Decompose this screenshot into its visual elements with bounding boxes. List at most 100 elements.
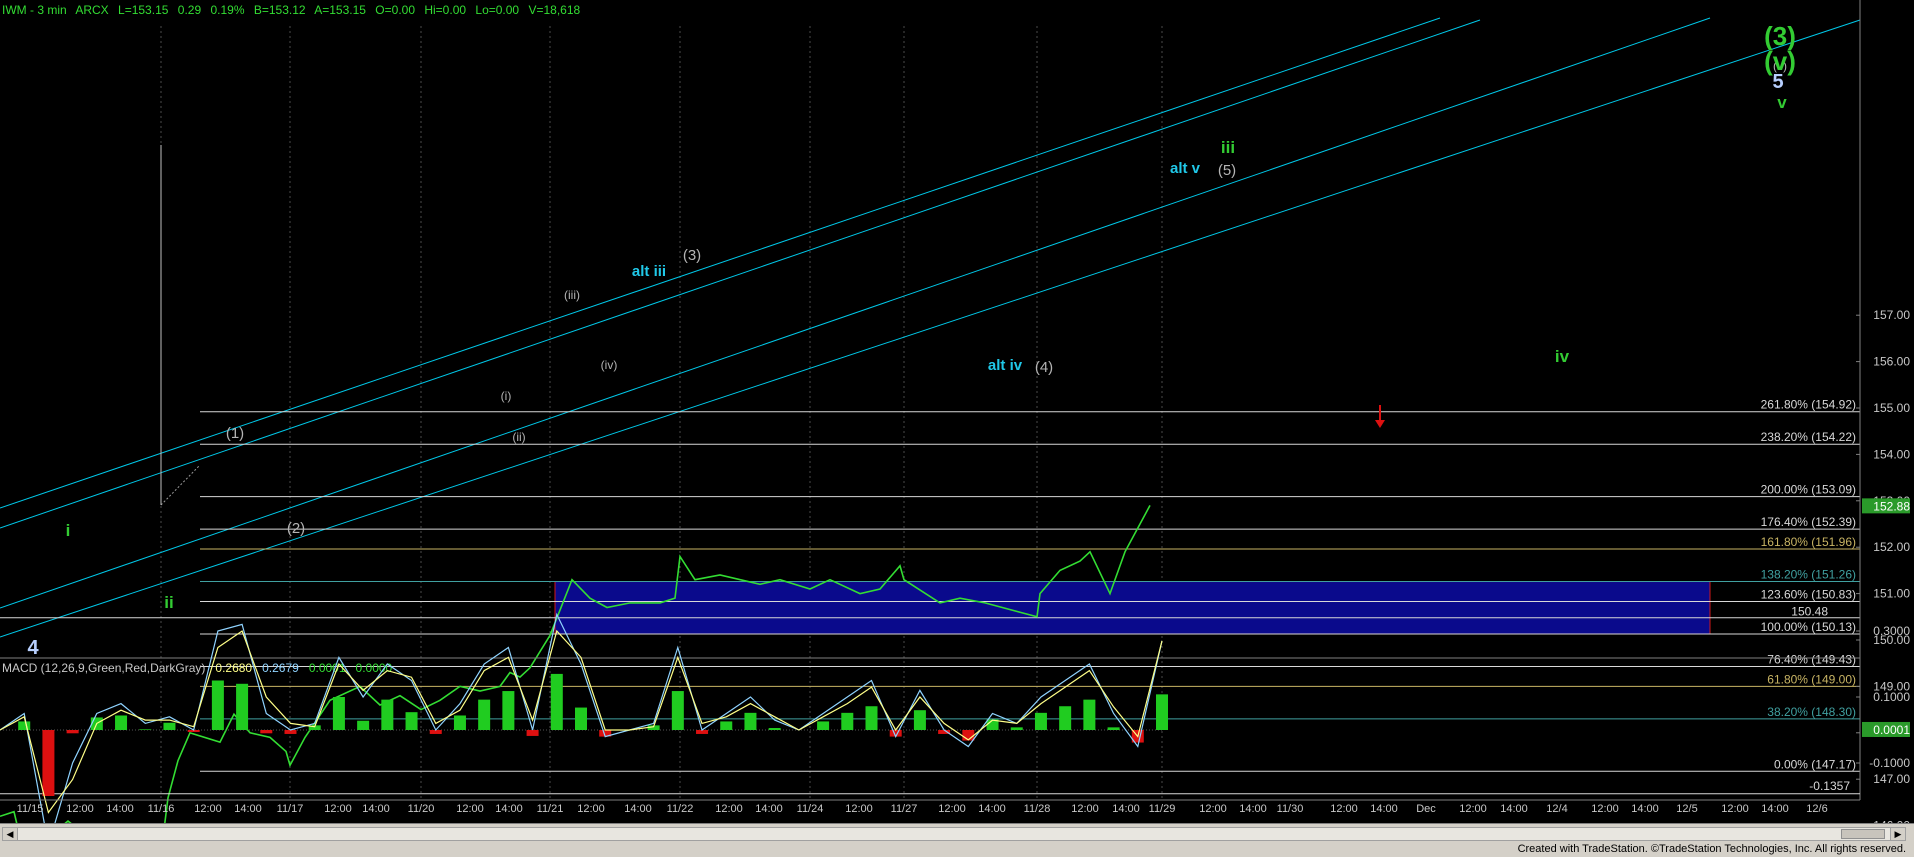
x-tick-label: 14:00 — [624, 803, 652, 815]
x-tick-label: 12:00 — [324, 803, 352, 815]
x-tick-label: 14:00 — [1239, 803, 1267, 815]
macd-histogram-bar — [211, 680, 224, 730]
last-price-label: 152.88 — [1873, 499, 1910, 513]
macd-title-part: 0.2679 — [262, 661, 299, 675]
high-price: Hi=0.00 — [424, 3, 466, 17]
wave-label: (5) — [1218, 162, 1236, 179]
macd-tick-label: -0.1000 — [1869, 756, 1910, 770]
x-tick-label: 14:00 — [1370, 803, 1398, 815]
status-bar: ◀ ▶ Created with TradeStation. ©TradeSta… — [0, 823, 1914, 857]
change-percent: 0.19% — [210, 3, 244, 17]
x-tick-label: 12:00 — [577, 803, 605, 815]
x-tick-label: 14:00 — [106, 803, 134, 815]
x-tick-label: 12:00 — [1199, 803, 1227, 815]
macd-histogram-bar — [18, 721, 31, 730]
macd-histogram-bar — [115, 715, 128, 730]
fib-level-label: 261.80% (154.92) — [1761, 398, 1856, 412]
x-tick-label: 11/27 — [891, 803, 918, 815]
macd-histogram-bar — [357, 720, 370, 730]
x-tick-label: 14:00 — [362, 803, 390, 815]
macd-histogram-bar — [817, 721, 830, 730]
x-tick-label: 14:00 — [755, 803, 783, 815]
fib-level-label: 238.20% (154.22) — [1761, 430, 1856, 444]
x-tick-label: 12:00 — [456, 803, 484, 815]
y-tick-label: 152.00 — [1873, 540, 1910, 554]
x-tick-label: 12:00 — [715, 803, 743, 815]
x-tick-label: 12/4 — [1546, 803, 1567, 815]
wave-label: (1) — [226, 425, 244, 442]
fib-level-label: 200.00% (153.09) — [1761, 483, 1856, 497]
symbol-label: IWM - 3 min — [2, 3, 67, 17]
macd-title-part: MACD (12,26,9,Green,Red,DarkGray) — [2, 661, 205, 675]
macd-histogram-bar — [42, 730, 55, 796]
x-tick-label: 11/20 — [408, 803, 435, 815]
last-price: L=153.15 — [118, 3, 169, 17]
fib-level-label: 176.40% (152.39) — [1761, 515, 1856, 529]
macd-histogram-bar — [768, 728, 781, 730]
macd-tick-label: 0.1000 — [1873, 690, 1910, 704]
fib-level-label: 0.00% (147.17) — [1774, 757, 1856, 771]
wave-label: (3) — [683, 247, 701, 264]
macd-histogram-bar — [66, 730, 79, 734]
macd-histogram-bar — [671, 691, 684, 730]
macd-histogram-bar — [526, 730, 539, 736]
support-line-label: 150.48 — [1791, 605, 1828, 619]
scroll-right-button[interactable]: ▶ — [1890, 828, 1905, 840]
scroll-thumb[interactable] — [1841, 829, 1885, 839]
x-tick-label: 12:00 — [1591, 803, 1619, 815]
macd-histogram-bar — [163, 722, 176, 730]
macd-histogram-bar — [575, 707, 587, 730]
macd-histogram-bar — [865, 706, 878, 730]
horizontal-scrollbar[interactable]: ◀ ▶ — [2, 827, 1906, 841]
x-tick-label: 12/5 — [1676, 803, 1697, 815]
wave-label: alt iii — [632, 263, 666, 280]
y-tick-label: 156.00 — [1873, 355, 1910, 369]
macd-histogram-bar — [1083, 699, 1096, 730]
fib-level-label: 161.80% (151.96) — [1761, 535, 1856, 549]
macd-histogram-bar — [453, 715, 466, 730]
y-tick-label: 157.00 — [1873, 308, 1910, 322]
fib-level-label: 76.40% (149.43) — [1767, 652, 1856, 666]
macd-histogram-bar — [1059, 706, 1072, 730]
macd-histogram-bar — [478, 699, 491, 730]
wave-label: i — [66, 521, 71, 540]
x-tick-label: 12:00 — [1071, 803, 1099, 815]
x-tick-label: 12:00 — [845, 803, 873, 815]
wave-label: iv — [1555, 347, 1570, 366]
x-tick-label: 12:00 — [194, 803, 222, 815]
wave-label: (ii) — [512, 430, 525, 444]
wave-label: ii — [164, 593, 173, 612]
credit-text: Created with TradeStation. ©TradeStation… — [1517, 843, 1906, 855]
x-tick-label: 11/24 — [797, 803, 824, 815]
symbol-header: IWM - 3 min ARCX L=153.15 0.29 0.19% B=1… — [2, 3, 580, 17]
x-tick-label: 11/30 — [1277, 803, 1304, 815]
scroll-left-button[interactable]: ◀ — [3, 828, 18, 840]
macd-histogram-bar — [720, 721, 733, 730]
wave-label: alt v — [1170, 160, 1201, 177]
fib-level-label: 100.00% (150.13) — [1761, 620, 1856, 634]
macd-last-value-label: 0.0001 — [1873, 723, 1910, 737]
macd-histogram-bar — [841, 712, 854, 730]
macd-title-part: 0.2680 — [215, 661, 252, 675]
wave-label: (iv) — [601, 358, 618, 372]
support-box — [554, 581, 1711, 635]
x-tick-label: 12:00 — [1330, 803, 1358, 815]
volume-value: V=18,618 — [528, 3, 580, 17]
macd-histogram-bar — [1107, 727, 1120, 730]
macd-histogram-bar — [139, 729, 152, 730]
x-tick-label: 14:00 — [1500, 803, 1528, 815]
wave-label: (iii) — [564, 288, 580, 302]
price-chart: 261.80% (154.92) 238.20% (154.22) 200.00% … — [0, 0, 1914, 823]
macd-histogram-bar — [502, 691, 515, 730]
bid-price: B=153.12 — [254, 3, 306, 17]
wave-label: iii — [1221, 138, 1235, 157]
macd-reference-label: -0.1357 — [1809, 779, 1850, 793]
macd-histogram-bar — [962, 730, 975, 741]
x-tick-label: 14:00 — [1761, 803, 1789, 815]
y-tick-label: 155.00 — [1873, 401, 1910, 415]
x-tick-label: 11/16 — [148, 803, 175, 815]
wave-label: (2) — [287, 520, 305, 537]
macd-histogram-bar — [1010, 727, 1023, 730]
x-tick-label: 14:00 — [1631, 803, 1659, 815]
x-tick-label: 14:00 — [234, 803, 262, 815]
